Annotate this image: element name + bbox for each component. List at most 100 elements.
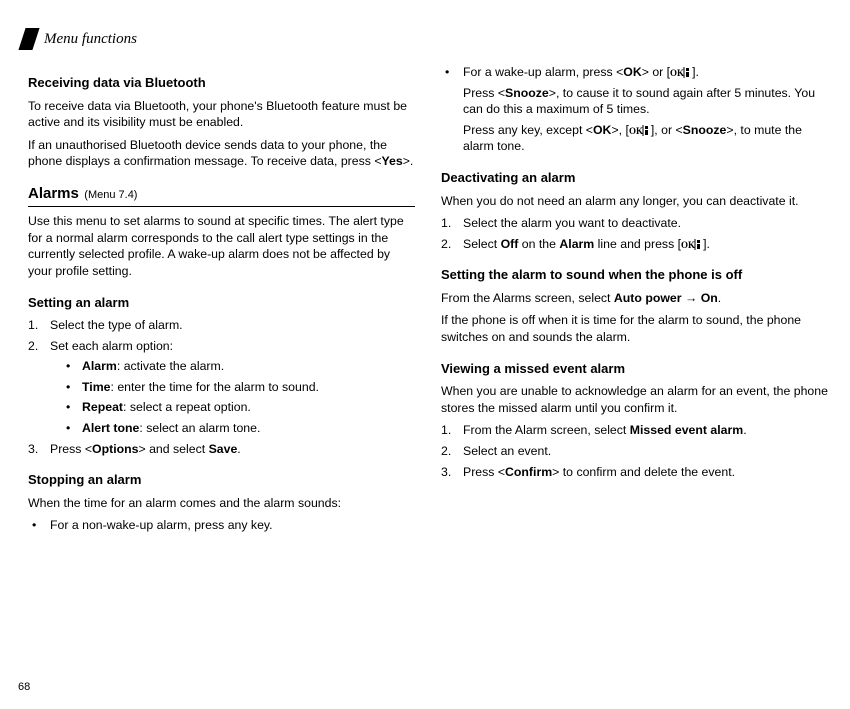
text: ]. <box>703 237 710 251</box>
text: Set each alarm option: <box>50 339 173 353</box>
unordered-list: For a wake-up alarm, press <OK> or [OK].… <box>441 64 828 155</box>
text: Press < <box>50 442 92 456</box>
text: For a wake-up alarm, press < <box>463 65 623 79</box>
option-name: Repeat <box>82 400 123 414</box>
list-item: Repeat: select a repeat option. <box>50 399 415 416</box>
softkey-label: OK <box>593 123 611 137</box>
command-label: Missed event alarm <box>630 423 743 437</box>
step-number: 3. <box>441 464 451 481</box>
softkey-label: Confirm <box>505 465 552 479</box>
list-item: 1. Select the alarm you want to deactivat… <box>441 215 828 232</box>
text: >, [ <box>611 123 628 137</box>
text: > or [ <box>642 65 670 79</box>
section-heading: Setting the alarm to sound when the phon… <box>441 266 828 284</box>
text: For a non-wake-up alarm, press any key. <box>50 518 273 532</box>
step-number: 3. <box>28 441 38 458</box>
text: Select the type of alarm. <box>50 318 183 332</box>
text: . <box>718 291 721 305</box>
list-item: For a wake-up alarm, press <OK> or [OK].… <box>441 64 828 155</box>
header-title: Menu functions <box>44 29 137 49</box>
section-heading: Deactivating an alarm <box>441 169 828 187</box>
section-heading: Stopping an alarm <box>28 471 415 489</box>
text: . <box>237 442 240 456</box>
ordered-list: 1.Select the type of alarm. 2. Set each a… <box>28 317 415 457</box>
ok-i-key-icon: OK <box>681 239 703 250</box>
list-item: For a non-wake-up alarm, press any key. <box>28 517 415 534</box>
section-heading: Viewing a missed event alarm <box>441 360 828 378</box>
step-number: 1. <box>441 422 451 439</box>
svg-text:OK: OK <box>670 68 684 78</box>
step-number: 2. <box>441 443 451 460</box>
section-heading: Receiving data via Bluetooth <box>28 74 415 92</box>
paragraph: Use this menu to set alarms to sound at … <box>28 213 415 279</box>
sub-paragraph: Press <Snooze>, to cause it to sound aga… <box>463 85 828 118</box>
option-name: Alert tone <box>82 421 139 435</box>
text: ]. <box>692 65 699 79</box>
section-heading: Setting an alarm <box>28 294 415 312</box>
ok-i-key-icon: OK <box>670 67 692 78</box>
list-item: 1.Select the type of alarm. <box>28 317 415 334</box>
text: Press any key, except < <box>463 123 593 137</box>
list-item: 1. From the Alarm screen, select Missed e… <box>441 422 828 439</box>
divider <box>28 206 415 207</box>
paragraph: From the Alarms screen, select Auto powe… <box>441 290 828 307</box>
ordered-list: 1. From the Alarm screen, select Missed e… <box>441 422 828 480</box>
text: Select <box>463 237 501 251</box>
list-item: 3.Press <Options> and select Save. <box>28 441 415 458</box>
list-item: 2.Select Off on the Alarm line and press… <box>441 236 828 253</box>
list-item: 2. Set each alarm option: Alarm: activate… <box>28 338 415 437</box>
list-item: 2. Select an event. <box>441 443 828 460</box>
paragraph: When the time for an alarm comes and the… <box>28 495 415 512</box>
text: : enter the time for the alarm to sound. <box>110 380 318 394</box>
list-item: Alert tone: select an alarm tone. <box>50 420 415 437</box>
list-item: Alarm: activate the alarm. <box>50 358 415 375</box>
paragraph: When you are unable to acknowledge an al… <box>441 383 828 416</box>
text: line and press [ <box>594 237 681 251</box>
text: ], or < <box>651 123 683 137</box>
text: >. <box>403 154 414 168</box>
command-label: On <box>701 291 718 305</box>
page-number: 68 <box>18 680 30 695</box>
text: Select an event. <box>463 444 551 458</box>
text: Select the alarm you want to deactivate. <box>463 216 681 230</box>
command-label: Auto power <box>614 291 682 305</box>
right-column: For a wake-up alarm, press <OK> or [OK].… <box>441 60 828 538</box>
text: From the Alarm screen, select <box>463 423 630 437</box>
text: From the Alarms screen, select <box>441 291 614 305</box>
paragraph: If an unauthorised Bluetooth device send… <box>28 137 415 170</box>
text: > to confirm and delete the event. <box>552 465 735 479</box>
page: Menu functions Receiving data via Blueto… <box>0 0 850 709</box>
ok-i-key-icon: OK <box>629 125 651 136</box>
text: : activate the alarm. <box>117 359 224 373</box>
paragraph: To receive data via Bluetooth, your phon… <box>28 98 415 131</box>
command-label: Save <box>209 442 238 456</box>
content-columns: Receiving data via Bluetooth To receive … <box>28 60 828 538</box>
paragraph: If the phone is off when it is time for … <box>441 312 828 345</box>
header-decoration <box>18 28 39 50</box>
option-name: Time <box>82 380 110 394</box>
menu-name: Alarms <box>28 185 79 202</box>
menu-number: (Menu 7.4) <box>84 189 137 201</box>
text: Press < <box>463 465 505 479</box>
svg-text:OK: OK <box>681 240 695 250</box>
step-number: 2. <box>28 338 38 355</box>
text: > and select <box>138 442 208 456</box>
text: : select a repeat option. <box>123 400 251 414</box>
menu-heading: Alarms (Menu 7.4) <box>28 184 415 204</box>
step-number: 2. <box>441 236 451 253</box>
text: : select an alarm tone. <box>139 421 260 435</box>
softkey-label: Yes <box>382 154 403 168</box>
softkey-label: OK <box>623 65 641 79</box>
unordered-list: Alarm: activate the alarm. Time: enter t… <box>50 358 415 436</box>
unordered-list: For a non-wake-up alarm, press any key. <box>28 517 415 534</box>
paragraph: When you do not need an alarm any longer… <box>441 193 828 210</box>
svg-text:OK: OK <box>629 126 643 136</box>
step-number: 1. <box>441 215 451 232</box>
softkey-label: Snooze <box>683 123 727 137</box>
text: → <box>682 291 701 305</box>
text: . <box>743 423 746 437</box>
list-item: 3. Press <Confirm> to confirm and delete … <box>441 464 828 481</box>
command-label: Alarm <box>559 237 594 251</box>
ordered-list: 1. Select the alarm you want to deactivat… <box>441 215 828 252</box>
option-name: Alarm <box>82 359 117 373</box>
